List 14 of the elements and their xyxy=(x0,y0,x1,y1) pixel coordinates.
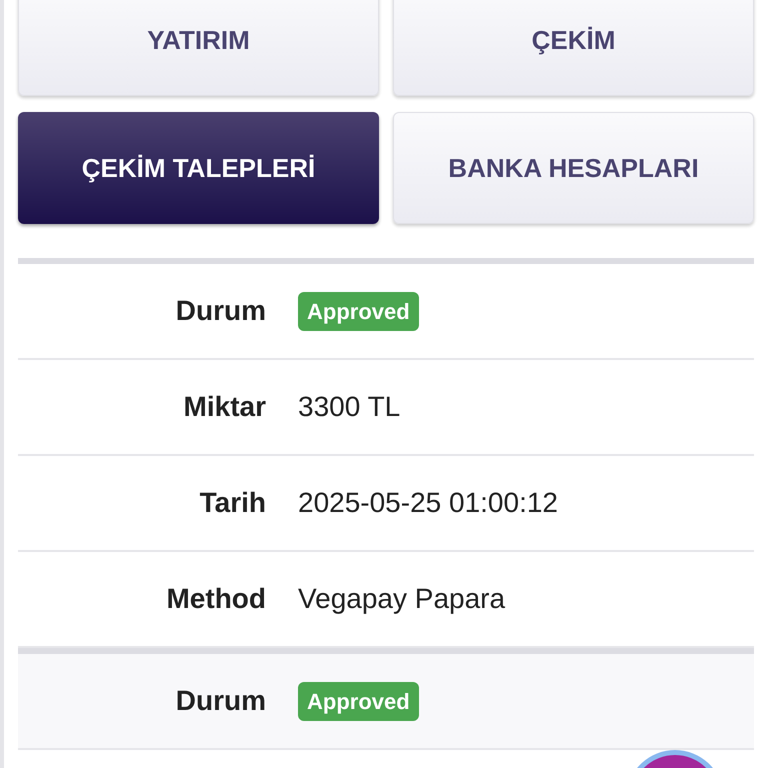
status-badge: Approved xyxy=(298,292,419,330)
field-value: 3300 TL xyxy=(298,390,400,424)
field-value: 2025-05-25 01:00:12 xyxy=(298,486,558,520)
menu-button[interactable]: BANKA HESAPLARI xyxy=(393,112,754,224)
field-label: Durum xyxy=(176,294,266,328)
menu-button[interactable]: YATIRIM xyxy=(18,0,379,96)
field-label: Tarih xyxy=(200,486,266,520)
field-label: Method xyxy=(166,582,266,616)
menu-button[interactable]: ÇEKİM xyxy=(393,0,754,96)
field-label: Durum xyxy=(176,684,266,718)
menu-button[interactable]: ÇEKİM TALEPLERİ xyxy=(18,112,379,224)
status-badge: Approved xyxy=(298,682,419,720)
field-value: Vegapay Papara xyxy=(298,582,506,616)
field-label: Miktar xyxy=(184,390,266,424)
